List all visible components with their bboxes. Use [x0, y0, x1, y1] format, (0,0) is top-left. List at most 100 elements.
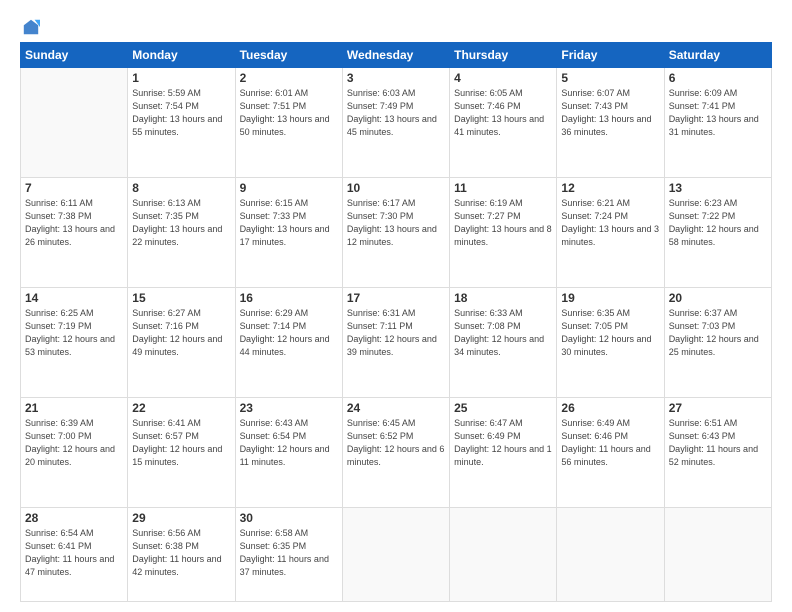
day-number: 23 [240, 401, 338, 415]
day-cell: 11 Sunrise: 6:19 AMSunset: 7:27 PMDayligh… [450, 178, 557, 288]
week-row-1: 1 Sunrise: 5:59 AMSunset: 7:54 PMDaylight… [21, 68, 772, 178]
day-number: 20 [669, 291, 767, 305]
day-info: Sunrise: 6:15 AMSunset: 7:33 PMDaylight:… [240, 197, 338, 249]
day-number: 13 [669, 181, 767, 195]
day-info: Sunrise: 6:25 AMSunset: 7:19 PMDaylight:… [25, 307, 123, 359]
weekday-header-monday: Monday [128, 43, 235, 68]
day-cell: 19 Sunrise: 6:35 AMSunset: 7:05 PMDayligh… [557, 288, 664, 398]
day-cell: 5 Sunrise: 6:07 AMSunset: 7:43 PMDaylight… [557, 68, 664, 178]
week-row-4: 21Sunrise: 6:39 AMSunset: 7:00 PMDayligh… [21, 398, 772, 508]
day-info: Sunrise: 6:33 AMSunset: 7:08 PMDaylight:… [454, 307, 552, 359]
day-cell: 8 Sunrise: 6:13 AMSunset: 7:35 PMDaylight… [128, 178, 235, 288]
day-info: Sunrise: 6:01 AMSunset: 7:51 PMDaylight:… [240, 87, 338, 139]
day-cell: 20Sunrise: 6:37 AMSunset: 7:03 PMDayligh… [664, 288, 771, 398]
day-info: Sunrise: 6:21 AMSunset: 7:24 PMDaylight:… [561, 197, 659, 249]
day-number: 30 [240, 511, 338, 525]
day-number: 3 [347, 71, 445, 85]
day-info: Sunrise: 6:41 AMSunset: 6:57 PMDaylight:… [132, 417, 230, 469]
day-number: 4 [454, 71, 552, 85]
day-info: Sunrise: 6:07 AMSunset: 7:43 PMDaylight:… [561, 87, 659, 139]
day-cell: 9 Sunrise: 6:15 AMSunset: 7:33 PMDaylight… [235, 178, 342, 288]
day-number: 17 [347, 291, 445, 305]
day-info: Sunrise: 6:05 AMSunset: 7:46 PMDaylight:… [454, 87, 552, 139]
day-info: Sunrise: 6:39 AMSunset: 7:00 PMDaylight:… [25, 417, 123, 469]
day-cell: 27 Sunrise: 6:51 AMSunset: 6:43 PMDayligh… [664, 398, 771, 508]
logo [20, 18, 40, 32]
day-info: Sunrise: 6:11 AMSunset: 7:38 PMDaylight:… [25, 197, 123, 249]
day-cell [21, 68, 128, 178]
logo-text [20, 18, 40, 36]
day-number: 6 [669, 71, 767, 85]
day-cell: 12 Sunrise: 6:21 AMSunset: 7:24 PMDayligh… [557, 178, 664, 288]
week-row-5: 28Sunrise: 6:54 AMSunset: 6:41 PMDayligh… [21, 508, 772, 602]
day-info: Sunrise: 6:35 AMSunset: 7:05 PMDaylight:… [561, 307, 659, 359]
day-cell: 30 Sunrise: 6:58 AMSunset: 6:35 PMDayligh… [235, 508, 342, 602]
day-number: 29 [132, 511, 230, 525]
day-cell: 14 Sunrise: 6:25 AMSunset: 7:19 PMDayligh… [21, 288, 128, 398]
day-cell: 4 Sunrise: 6:05 AMSunset: 7:46 PMDaylight… [450, 68, 557, 178]
day-number: 18 [454, 291, 552, 305]
day-cell: 24 Sunrise: 6:45 AMSunset: 6:52 PMDayligh… [342, 398, 449, 508]
day-cell: 17 Sunrise: 6:31 AMSunset: 7:11 PMDayligh… [342, 288, 449, 398]
day-cell: 16Sunrise: 6:29 AMSunset: 7:14 PMDayligh… [235, 288, 342, 398]
day-number: 2 [240, 71, 338, 85]
day-cell: 22 Sunrise: 6:41 AMSunset: 6:57 PMDayligh… [128, 398, 235, 508]
day-number: 24 [347, 401, 445, 415]
day-info: Sunrise: 6:13 AMSunset: 7:35 PMDaylight:… [132, 197, 230, 249]
weekday-header-saturday: Saturday [664, 43, 771, 68]
header [20, 18, 772, 32]
day-cell [557, 508, 664, 602]
weekday-header-tuesday: Tuesday [235, 43, 342, 68]
day-number: 1 [132, 71, 230, 85]
day-info: Sunrise: 6:58 AMSunset: 6:35 PMDaylight:… [240, 527, 338, 579]
day-number: 27 [669, 401, 767, 415]
day-cell: 28Sunrise: 6:54 AMSunset: 6:41 PMDayligh… [21, 508, 128, 602]
day-info: Sunrise: 6:17 AMSunset: 7:30 PMDaylight:… [347, 197, 445, 249]
day-number: 11 [454, 181, 552, 195]
day-cell: 15Sunrise: 6:27 AMSunset: 7:16 PMDayligh… [128, 288, 235, 398]
day-cell: 1 Sunrise: 5:59 AMSunset: 7:54 PMDaylight… [128, 68, 235, 178]
day-number: 22 [132, 401, 230, 415]
day-cell: 2 Sunrise: 6:01 AMSunset: 7:51 PMDaylight… [235, 68, 342, 178]
day-info: Sunrise: 6:19 AMSunset: 7:27 PMDaylight:… [454, 197, 552, 249]
day-number: 12 [561, 181, 659, 195]
weekday-header-wednesday: Wednesday [342, 43, 449, 68]
day-info: Sunrise: 6:09 AMSunset: 7:41 PMDaylight:… [669, 87, 767, 139]
day-info: Sunrise: 6:51 AMSunset: 6:43 PMDaylight:… [669, 417, 767, 469]
day-number: 7 [25, 181, 123, 195]
day-cell: 29 Sunrise: 6:56 AMSunset: 6:38 PMDayligh… [128, 508, 235, 602]
day-number: 26 [561, 401, 659, 415]
day-info: Sunrise: 6:56 AMSunset: 6:38 PMDaylight:… [132, 527, 230, 579]
day-cell: 18 Sunrise: 6:33 AMSunset: 7:08 PMDayligh… [450, 288, 557, 398]
day-number: 15 [132, 291, 230, 305]
weekday-header-thursday: Thursday [450, 43, 557, 68]
day-cell [664, 508, 771, 602]
weekday-header-sunday: Sunday [21, 43, 128, 68]
day-info: Sunrise: 5:59 AMSunset: 7:54 PMDaylight:… [132, 87, 230, 139]
day-cell: 25 Sunrise: 6:47 AMSunset: 6:49 PMDayligh… [450, 398, 557, 508]
week-row-2: 7 Sunrise: 6:11 AMSunset: 7:38 PMDaylight… [21, 178, 772, 288]
calendar: SundayMondayTuesdayWednesdayThursdayFrid… [20, 42, 772, 602]
logo-icon [22, 18, 40, 36]
day-number: 25 [454, 401, 552, 415]
day-number: 19 [561, 291, 659, 305]
day-info: Sunrise: 6:29 AMSunset: 7:14 PMDaylight:… [240, 307, 338, 359]
day-cell [450, 508, 557, 602]
day-info: Sunrise: 6:47 AMSunset: 6:49 PMDaylight:… [454, 417, 552, 469]
day-info: Sunrise: 6:03 AMSunset: 7:49 PMDaylight:… [347, 87, 445, 139]
day-number: 5 [561, 71, 659, 85]
day-number: 10 [347, 181, 445, 195]
day-info: Sunrise: 6:49 AMSunset: 6:46 PMDaylight:… [561, 417, 659, 469]
weekday-header-row: SundayMondayTuesdayWednesdayThursdayFrid… [21, 43, 772, 68]
day-number: 9 [240, 181, 338, 195]
day-info: Sunrise: 6:45 AMSunset: 6:52 PMDaylight:… [347, 417, 445, 469]
day-cell: 23 Sunrise: 6:43 AMSunset: 6:54 PMDayligh… [235, 398, 342, 508]
day-cell [342, 508, 449, 602]
day-info: Sunrise: 6:31 AMSunset: 7:11 PMDaylight:… [347, 307, 445, 359]
day-cell: 21Sunrise: 6:39 AMSunset: 7:00 PMDayligh… [21, 398, 128, 508]
day-info: Sunrise: 6:43 AMSunset: 6:54 PMDaylight:… [240, 417, 338, 469]
day-cell: 7 Sunrise: 6:11 AMSunset: 7:38 PMDaylight… [21, 178, 128, 288]
day-cell: 6 Sunrise: 6:09 AMSunset: 7:41 PMDaylight… [664, 68, 771, 178]
day-number: 14 [25, 291, 123, 305]
day-number: 8 [132, 181, 230, 195]
